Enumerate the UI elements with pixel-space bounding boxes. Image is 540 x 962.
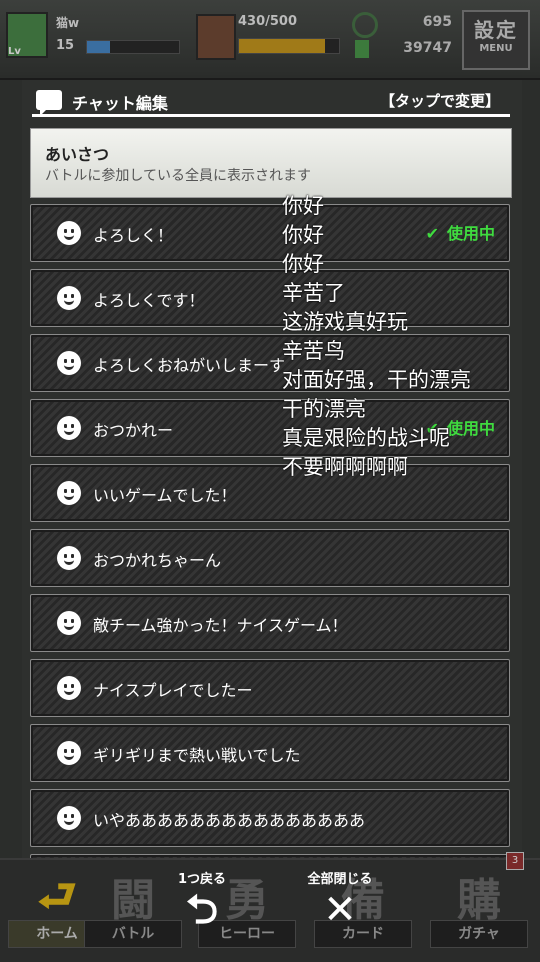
gem-icon — [355, 40, 369, 58]
nav-tab-gacha[interactable]: 購 ガチャ 3 — [426, 852, 532, 954]
overlay-line: 不要啊啊啊啊 — [282, 455, 408, 479]
stamina-value: 430/500 — [238, 14, 298, 29]
smiley-icon — [57, 676, 81, 700]
chat-item[interactable]: いやあああああああああああああああ — [30, 789, 510, 847]
overlay-line: 你好 — [282, 194, 324, 218]
close-all-button[interactable]: 全部閉じる ✕ — [280, 868, 400, 933]
stamina-bar — [238, 38, 340, 54]
smiley-icon — [57, 416, 81, 440]
smiley-icon — [57, 806, 81, 830]
xp-bar-fill — [87, 41, 110, 53]
coin-count: 695 — [422, 14, 452, 30]
smiley-icon — [57, 481, 81, 505]
chat-item[interactable]: ナイスプレイでしたー — [30, 659, 510, 717]
chat-item[interactable]: ギリギリまで熱い戦いでした — [30, 724, 510, 782]
category-subtitle: バトルに参加している全員に表示されます — [45, 168, 311, 184]
chat-item[interactable]: 敵チーム強かった！ナイスゲーム！ — [30, 594, 510, 652]
chat-item-label: いやあああああああああああああああ — [93, 811, 366, 830]
xp-bar — [86, 40, 180, 54]
gem-count: 39747 — [403, 40, 452, 56]
chat-item-label: よろしく！ — [93, 226, 174, 245]
smiley-icon — [57, 546, 81, 570]
smiley-icon — [57, 221, 81, 245]
player-name: 猫w — [56, 16, 80, 30]
chat-item-label: よろしくです！ — [93, 291, 205, 310]
coin-icon — [352, 12, 378, 38]
settings-label: 設定 — [474, 18, 518, 42]
chat-item-label: 敵チーム強かった！ナイスゲーム！ — [93, 616, 348, 635]
level-badge: Lv — [8, 46, 21, 57]
smiley-icon — [57, 351, 81, 375]
category-title: あいさつ — [45, 145, 110, 164]
chat-item-label: ナイスプレイでしたー — [93, 681, 253, 700]
overlay-line: 干的漂亮 — [282, 397, 366, 421]
overlay-line: 辛苦了 — [282, 281, 345, 305]
settings-menu-button[interactable]: 設定 MENU — [462, 10, 530, 70]
tap-to-change-hint: 【タップで変更】 — [379, 92, 500, 110]
stamina-bar-fill — [239, 39, 325, 53]
back-arrow-icon: ⮌ — [185, 887, 219, 933]
back-label: 1つ戻る — [177, 872, 227, 887]
chat-item-label: いいゲームでした！ — [93, 486, 237, 505]
overlay-line: 对面好强，干的漂亮 — [282, 368, 471, 392]
nav-tab-label: ガチャ — [430, 920, 528, 948]
chat-bubble-icon — [36, 90, 62, 116]
player-level: 15 — [56, 38, 75, 53]
overlay-line: 你好 — [282, 223, 324, 247]
overlay-line: 这游戏真好玩 — [282, 310, 408, 334]
gacha-badge: 3 — [506, 852, 524, 870]
menu-label: MENU — [479, 43, 513, 54]
smiley-icon — [57, 611, 81, 635]
chat-item-label: おつかれー — [93, 421, 174, 440]
overlay-line: 辛苦鸟 — [282, 339, 345, 363]
overlay-line: 你好 — [282, 252, 324, 276]
stamina-icon — [196, 14, 236, 60]
translation-overlay: 你好 你好 你好 辛苦了 这游戏真好玩 辛苦鸟 对面好强，干的漂亮 干的漂亮 真… — [282, 192, 532, 482]
close-icon: ✕ — [323, 887, 357, 933]
title-divider — [32, 114, 510, 117]
smiley-icon — [57, 286, 81, 310]
chat-item[interactable]: おつかれちゃーん — [30, 529, 510, 587]
category-header[interactable]: あいさつ バトルに参加している全員に表示されます — [30, 128, 512, 198]
gacha-glyph-icon: 購 — [457, 875, 501, 926]
chat-item-label: ギリギリまで熱い戦いでした — [93, 746, 301, 765]
chat-item-label: おつかれちゃーん — [93, 551, 222, 570]
chat-item-label: よろしくおねがいしまーす — [93, 356, 286, 375]
close-all-label: 全部閉じる — [307, 872, 373, 887]
status-bar: Lv 猫w 15 430/500 695 39747 設定 MENU — [0, 0, 540, 80]
back-button[interactable]: 1つ戻る ⮌ — [142, 868, 262, 933]
smiley-icon — [57, 741, 81, 765]
dialog-title: チャット編集 — [72, 94, 168, 113]
overlay-line: 真是艰险的战斗呢 — [282, 426, 450, 450]
